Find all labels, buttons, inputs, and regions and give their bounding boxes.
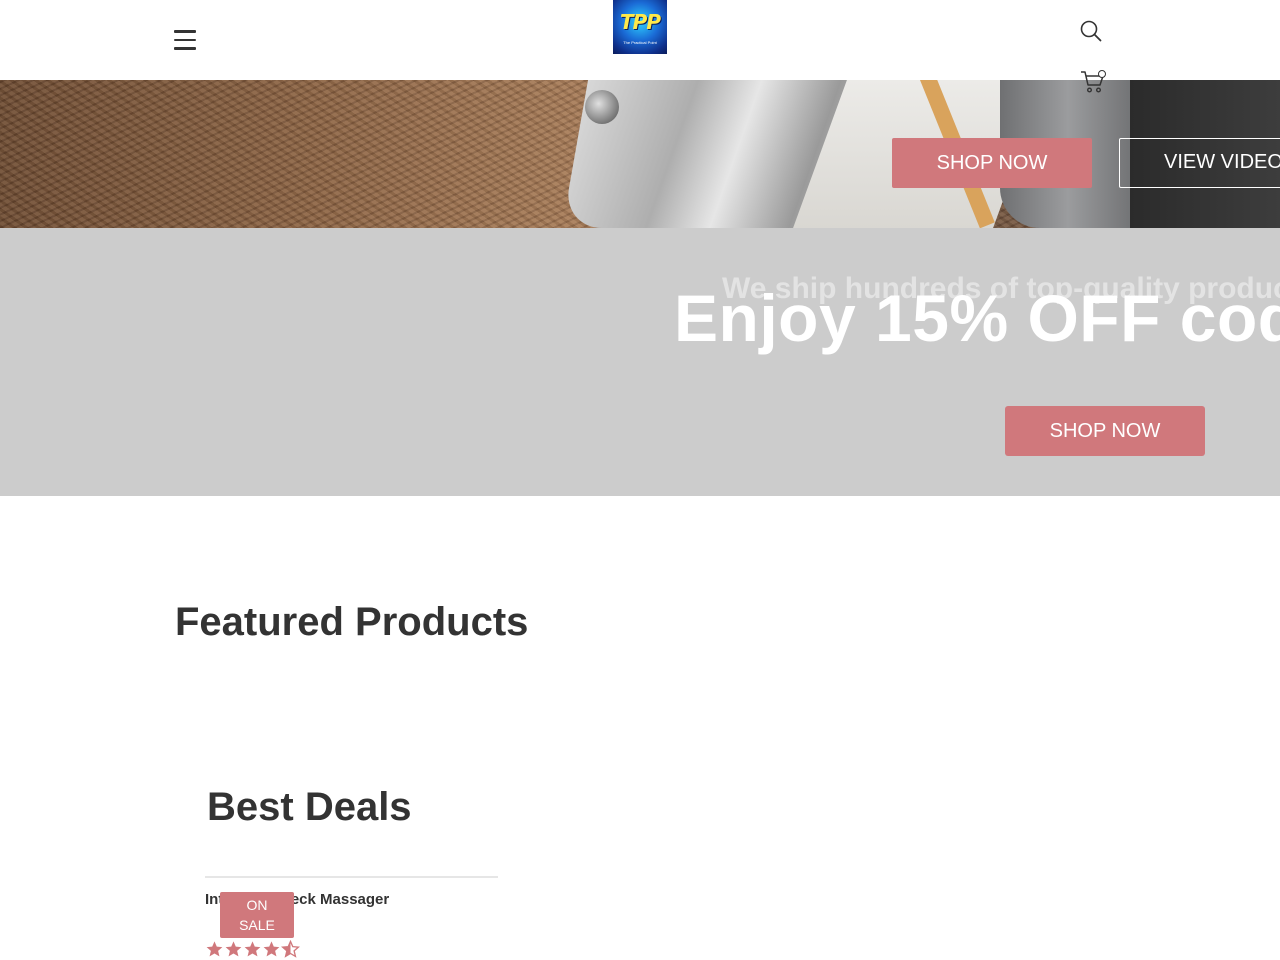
promo-shop-now-button[interactable]: SHOP NOW [1005, 406, 1205, 456]
hero-shop-now-button[interactable]: SHOP NOW [892, 138, 1092, 188]
featured-products-heading: Featured Products [175, 600, 529, 644]
product-rating [205, 940, 300, 960]
hero-flask-cap [585, 90, 619, 124]
logo-subtext: The Practical Point [623, 40, 657, 45]
star-full-icon [206, 941, 223, 957]
logo-text: TPP [620, 10, 661, 34]
promo-title: Enjoy 15% OFF code [674, 281, 1280, 355]
deal-product-card[interactable]: Intelligent Neck Massager ON SALE [205, 876, 498, 960]
star-half-icon [281, 940, 300, 958]
hamburger-menu-icon[interactable] [174, 30, 196, 50]
on-sale-badge-text: ON SALE [239, 897, 275, 933]
best-deals-heading: Best Deals [207, 785, 412, 829]
cart-icon[interactable] [1080, 70, 1106, 94]
hero-banner: SHOP NOW VIEW VIDEO [0, 80, 1280, 228]
search-icon[interactable] [1080, 20, 1102, 42]
star-full-icon [263, 941, 280, 957]
site-logo[interactable]: TPP The Practical Point [613, 0, 667, 54]
site-header: TPP The Practical Point [0, 0, 1280, 93]
star-full-icon [244, 941, 261, 957]
promo-banner: We ship hundreds of top-quality products… [0, 228, 1280, 496]
hero-view-video-button[interactable]: VIEW VIDEO [1119, 138, 1280, 188]
on-sale-badge: ON SALE [220, 892, 294, 938]
star-full-icon [225, 941, 242, 957]
